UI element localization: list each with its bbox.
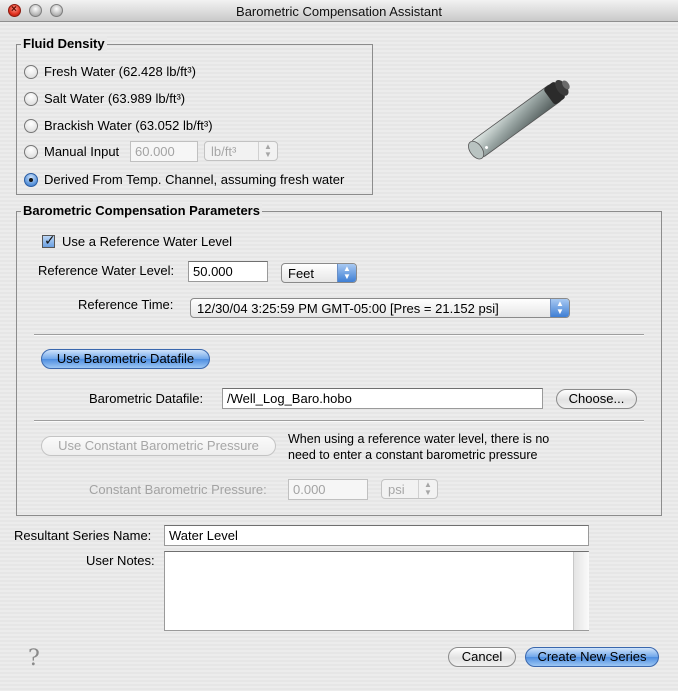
chevron-up-down-icon: ▲ ▼ (418, 480, 437, 498)
ref-level-input[interactable]: 50.000 (188, 261, 268, 282)
ref-level-unit-select[interactable]: Feet ▲ ▼ (281, 263, 357, 283)
radio-salt-water[interactable]: Salt Water (63.989 lb/ft³) (24, 91, 185, 106)
radio-derived-temp-label: Derived From Temp. Channel, assuming fre… (44, 172, 345, 187)
chevron-up-down-icon: ▲ ▼ (550, 299, 569, 317)
divider (34, 420, 644, 422)
user-notes-textarea[interactable] (164, 551, 589, 631)
choose-button[interactable]: Choose... (556, 389, 637, 409)
constant-pressure-unit-select[interactable]: psi ▲ ▼ (381, 479, 438, 499)
radio-brackish-water[interactable]: Brackish Water (63.052 lb/ft³) (24, 118, 213, 133)
manual-density-unit-select[interactable]: lb/ft³ ▲ ▼ (204, 141, 278, 161)
chevron-up-down-icon: ▲ ▼ (258, 142, 277, 160)
constant-pressure-input[interactable]: 0.000 (288, 479, 368, 500)
create-new-series-button[interactable]: Create New Series (525, 647, 659, 667)
datafile-input[interactable]: /Well_Log_Baro.hobo (222, 388, 543, 409)
radio-manual-input-button[interactable] (24, 144, 38, 159)
ref-time-select[interactable]: 12/30/04 3:25:59 PM GMT-05:00 [Pres = 21… (190, 298, 570, 318)
series-name-input[interactable]: Water Level (164, 525, 589, 546)
ref-level-unit-value: Feet (288, 266, 315, 281)
use-barometric-datafile-button[interactable]: Use Barometric Datafile (41, 349, 210, 369)
series-name-label: Resultant Series Name: (14, 528, 152, 543)
use-reference-level-label: Use a Reference Water Level (62, 234, 233, 249)
use-reference-level-check[interactable]: ✓ (42, 232, 56, 248)
help-icon[interactable]: ? (28, 646, 40, 671)
title-bar: × Barometric Compensation Assistant (0, 0, 678, 22)
radio-brackish-water-label: Brackish Water (63.052 lb/ft³) (44, 118, 213, 133)
constant-pressure-note: When using a reference water level, ther… (288, 432, 550, 462)
divider (34, 334, 644, 336)
notes-scrollbar[interactable] (573, 552, 589, 630)
window-title: Barometric Compensation Assistant (236, 4, 442, 19)
use-reference-level-checkbox[interactable]: ✓ Use a Reference Water Level (42, 232, 233, 249)
fluid-density-legend: Fluid Density (21, 36, 107, 51)
constant-pressure-label: Constant Barometric Pressure: (89, 482, 267, 497)
use-constant-pressure-button[interactable]: Use Constant Barometric Pressure (41, 436, 276, 456)
chevron-up-down-icon: ▲ ▼ (337, 264, 356, 282)
sensor-logger-icon (455, 72, 585, 162)
ref-level-label: Reference Water Level: (38, 263, 175, 278)
ref-time-label: Reference Time: (78, 297, 174, 312)
manual-density-unit-value: lb/ft³ (211, 144, 237, 159)
user-notes-label: User Notes: (86, 553, 155, 568)
ref-time-value: 12/30/04 3:25:59 PM GMT-05:00 [Pres = 21… (197, 301, 499, 316)
radio-brackish-water-button[interactable] (24, 118, 38, 133)
radio-fresh-water-button[interactable] (24, 64, 38, 79)
radio-fresh-water-label: Fresh Water (62.428 lb/ft³) (44, 64, 196, 79)
compensation-params-legend: Barometric Compensation Parameters (21, 203, 262, 218)
radio-derived-temp[interactable]: Derived From Temp. Channel, assuming fre… (24, 172, 344, 187)
radio-manual-input-label: Manual Input (44, 144, 120, 159)
radio-manual-input[interactable]: Manual Input (24, 144, 119, 159)
radio-salt-water-label: Salt Water (63.989 lb/ft³) (44, 91, 186, 106)
cancel-button[interactable]: Cancel (448, 647, 516, 667)
radio-fresh-water[interactable]: Fresh Water (62.428 lb/ft³) (24, 64, 196, 79)
radio-derived-temp-button[interactable] (24, 172, 38, 187)
manual-density-input[interactable]: 60.000 (130, 141, 198, 162)
radio-salt-water-button[interactable] (24, 91, 38, 106)
constant-pressure-unit-value: psi (388, 482, 405, 497)
datafile-label: Barometric Datafile: (89, 391, 204, 406)
checkmark-icon: ✓ (44, 232, 56, 248)
